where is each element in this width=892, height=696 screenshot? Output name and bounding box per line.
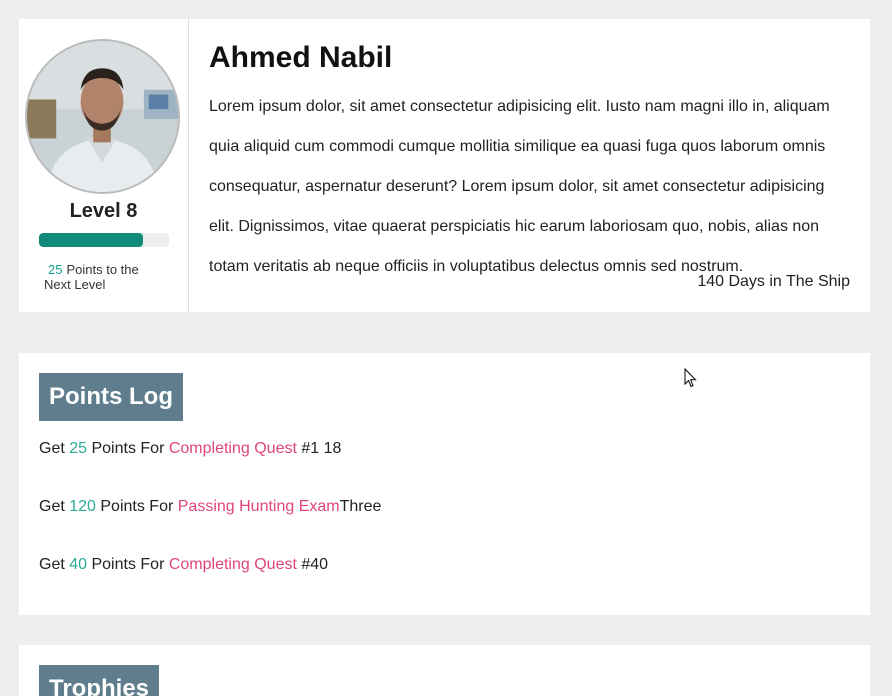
log-item-mid: Points For: [95, 498, 178, 515]
log-item-mid: Points For: [87, 440, 169, 457]
log-item: Get 120 Points For Passing Hunting ExamT…: [39, 497, 850, 517]
points-log-section: Points Log Get 25 Points For Completing …: [19, 353, 870, 615]
log-item-prefix: Get: [39, 556, 70, 573]
log-item-action: Completing Quest: [168, 556, 297, 573]
mouse-cursor-icon: [684, 368, 697, 388]
profile-bio: Lorem ipsum dolor, sit amet consectetur …: [209, 98, 830, 275]
profile-sidebar: Level 8 25 Points to the Next Level: [19, 19, 189, 312]
avatar-photo: [27, 41, 178, 192]
log-item-action: Passing Hunting Exam: [177, 498, 340, 515]
level-progress-fill: [38, 233, 143, 247]
log-item-points: 40: [69, 556, 88, 573]
log-item: Get 25 Points For Completing Quest #1 18: [39, 439, 850, 459]
points-to-next-value: 25: [48, 262, 63, 277]
profile-main: Ahmed Nabil Lorem ipsum dolor, sit amet …: [189, 19, 870, 312]
points-to-next-level: 25 Points to the Next Level: [44, 262, 164, 292]
log-item: Get 40 Points For Completing Quest #40: [39, 555, 850, 575]
avatar: [25, 39, 180, 194]
log-item-action: Completing Quest: [168, 440, 297, 457]
log-item-prefix: Get: [39, 498, 70, 515]
log-item-points: 120: [69, 498, 96, 515]
points-log-list: Get 25 Points For Completing Quest #1 18…: [39, 439, 850, 575]
level-progress-bar: [38, 233, 169, 247]
log-item-points: 25: [69, 440, 88, 457]
log-item-prefix: Get: [39, 440, 70, 457]
days-in-ship: 140 Days in The Ship: [697, 273, 850, 290]
log-item-mid: Points For: [87, 556, 169, 573]
trophies-title: Trophies: [39, 665, 160, 696]
log-item-suffix: #1 18: [296, 440, 342, 457]
trophies-section: Trophies: [19, 645, 870, 696]
profile-name: Ahmed Nabil: [209, 41, 393, 74]
log-item-suffix: #40: [296, 556, 329, 573]
log-item-suffix: Three: [339, 498, 382, 515]
points-log-title: Points Log: [39, 373, 183, 421]
level-label: Level 8: [69, 200, 138, 222]
profile-card: Level 8 25 Points to the Next Level Ahmed…: [19, 19, 870, 312]
